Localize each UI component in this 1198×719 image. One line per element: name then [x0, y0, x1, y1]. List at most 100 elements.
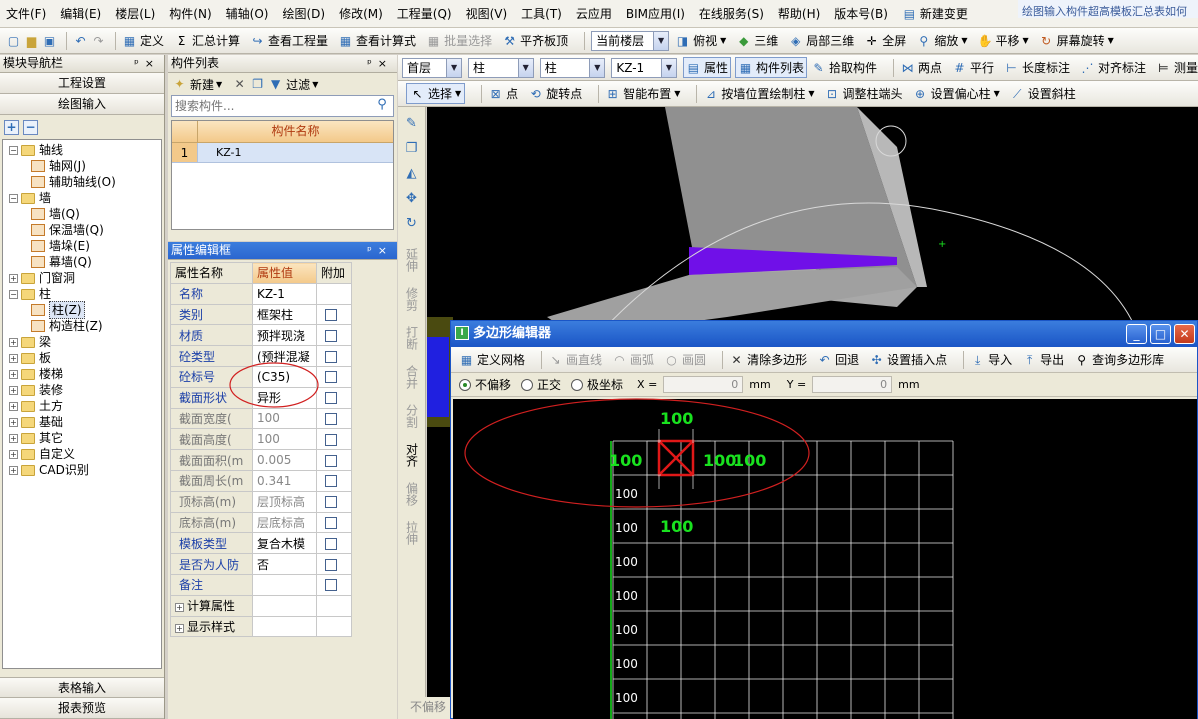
expand-icon[interactable]: +: [9, 433, 18, 443]
menu-floor[interactable]: 楼层(L): [115, 5, 155, 22]
tree-folder[interactable]: + 楼梯: [9, 366, 161, 382]
menu-quantity[interactable]: 工程量(Q): [397, 5, 452, 22]
drawing-input-button[interactable]: 绘图输入: [0, 94, 164, 115]
menu-cloud[interactable]: 云应用: [576, 5, 612, 22]
tree-folder[interactable]: − 墙: [9, 190, 161, 206]
extra-checkbox[interactable]: [325, 433, 337, 446]
query-library-button[interactable]: ⚲ 查询多边形库: [1074, 351, 1164, 368]
export-button[interactable]: ⤒ 导出: [1022, 351, 1064, 368]
search-icon[interactable]: ⚲: [373, 97, 391, 115]
expand-icon[interactable]: +: [9, 353, 18, 363]
extra-checkbox[interactable]: [325, 537, 337, 550]
menu-version[interactable]: 版本号(B): [834, 5, 888, 22]
pin-close-icons[interactable]: ᵖ×: [134, 55, 164, 72]
set-insert-point-button[interactable]: ✣ 设置插入点: [869, 351, 948, 368]
delete-icon[interactable]: ✕: [232, 77, 247, 91]
rotate-icon[interactable]: ↻: [398, 211, 425, 236]
fullscreen-button[interactable]: ✛ 全屏: [864, 32, 907, 49]
tree-item[interactable]: 柱(Z): [9, 301, 161, 319]
property-row[interactable]: 类别 框架柱: [170, 303, 352, 326]
draw-by-wall-button[interactable]: ⊿ 按墙位置绘制柱 ▼: [703, 85, 815, 102]
tree-folder[interactable]: + 装修: [9, 382, 161, 398]
menu-draw[interactable]: 绘图(D): [282, 5, 325, 22]
orthogonal-radio[interactable]: [521, 378, 534, 391]
property-row[interactable]: 顶标高(m) 层顶标高: [170, 490, 352, 513]
expand-icon[interactable]: +: [9, 385, 18, 395]
define-grid-button[interactable]: ▦ 定义网格: [459, 351, 525, 368]
new-component-button[interactable]: ✦ 新建 ▼: [172, 76, 222, 93]
copy-icon[interactable]: ❐: [398, 136, 425, 161]
tree-folder[interactable]: + 板: [9, 350, 161, 366]
undo-icon[interactable]: ↶: [73, 34, 88, 48]
property-row[interactable]: 是否为人防否: [170, 553, 352, 575]
expand-icon[interactable]: +: [9, 273, 18, 283]
view-quantity-button[interactable]: ↪ 查看工程量: [250, 32, 329, 49]
three-d-button[interactable]: ◆ 三维: [736, 32, 778, 49]
table-input-button[interactable]: 表格输入: [0, 677, 164, 698]
view-formula-button[interactable]: ▦ 查看计算式: [338, 32, 416, 49]
menu-file[interactable]: 文件(F): [6, 5, 46, 22]
extra-checkbox[interactable]: [325, 350, 337, 363]
screen-rotate-button[interactable]: ↻ 屏幕旋转 ▼: [1039, 32, 1114, 49]
collapse-icon[interactable]: −: [9, 289, 18, 299]
property-value[interactable]: 层顶标高: [252, 490, 317, 513]
property-row[interactable]: 截面高度(100: [170, 428, 352, 451]
smart-layout-button[interactable]: ⊞ 智能布置 ▼: [605, 85, 681, 102]
side-tool-button[interactable]: 修剪: [405, 287, 419, 311]
undo-button[interactable]: ↶ 回退: [817, 351, 860, 368]
extra-checkbox[interactable]: [325, 392, 337, 405]
mirror-icon[interactable]: ◭: [398, 161, 425, 186]
project-settings-button[interactable]: 工程设置: [0, 73, 164, 94]
expand-icon[interactable]: +: [9, 369, 18, 379]
menu-bim[interactable]: BIM应用(I): [626, 5, 685, 22]
property-value[interactable]: 复合木模: [252, 532, 317, 555]
current-floor-combo[interactable]: 当前楼层 ▼: [591, 30, 670, 51]
extra-checkbox[interactable]: [325, 475, 337, 488]
expand-icon[interactable]: +: [9, 465, 18, 475]
property-value[interactable]: 100: [252, 428, 317, 451]
pen-icon[interactable]: ✎: [398, 111, 425, 136]
search-input[interactable]: [172, 96, 362, 116]
extra-checkbox[interactable]: [325, 412, 337, 425]
tree-item[interactable]: 墙(Q): [9, 206, 161, 222]
property-value[interactable]: KZ-1: [252, 282, 317, 305]
zoom-button[interactable]: ⚲ 缩放 ▼: [916, 32, 967, 49]
extra-checkbox[interactable]: [325, 371, 337, 384]
type-combo-1[interactable]: 柱 ▼: [468, 57, 534, 78]
property-row[interactable]: 截面宽度(100: [170, 407, 352, 430]
tree-folder[interactable]: − 柱: [9, 286, 161, 302]
measure-button[interactable]: ⊨ 测量: [1156, 59, 1198, 76]
sum-calc-button[interactable]: Σ 汇总计算: [174, 32, 240, 49]
property-value[interactable]: 框架柱: [252, 303, 317, 326]
draw-line-button[interactable]: ↘ 画直线: [548, 351, 602, 368]
tree-folder[interactable]: + 基础: [9, 414, 161, 430]
menu-tools[interactable]: 工具(T): [521, 5, 562, 22]
property-group-row[interactable]: + 计算属性: [170, 594, 352, 617]
tree-folder[interactable]: + 土方: [9, 398, 161, 414]
table-row[interactable]: 1 KZ-1: [172, 143, 393, 163]
batch-select-button[interactable]: ▦ 批量选择: [426, 32, 492, 49]
expand-all-icon[interactable]: +: [4, 119, 19, 135]
polar-radio[interactable]: [571, 378, 584, 391]
property-group-row[interactable]: + 显示样式: [170, 615, 352, 638]
tree-item[interactable]: 构造柱(Z): [9, 318, 161, 334]
property-row[interactable]: 备注: [170, 573, 352, 596]
tree-item[interactable]: 幕墙(Q): [9, 254, 161, 270]
side-tool-button[interactable]: 分割: [405, 404, 419, 428]
new-change-button[interactable]: ▤ 新建变更: [902, 5, 968, 22]
floor-combo[interactable]: 首层 ▼: [402, 57, 463, 78]
extra-checkbox[interactable]: [325, 308, 337, 321]
menu-component[interactable]: 构件(N): [169, 5, 211, 22]
type-combo-2[interactable]: 柱 ▼: [539, 57, 606, 78]
pin-close-icons[interactable]: ᵖ×: [367, 55, 397, 72]
point-button[interactable]: ⊠ 点: [488, 85, 519, 102]
extra-checkbox[interactable]: [325, 558, 337, 571]
component-combo[interactable]: KZ-1 ▼: [611, 57, 677, 78]
minimize-button[interactable]: _: [1126, 324, 1147, 344]
tree-item[interactable]: 保温墙(Q): [9, 222, 161, 238]
property-value[interactable]: 0.341: [252, 469, 317, 492]
collapse-icon[interactable]: −: [9, 193, 18, 203]
extra-checkbox[interactable]: [325, 454, 337, 467]
side-tool-button[interactable]: 偏移: [405, 482, 419, 506]
parallel-button[interactable]: # 平行: [952, 59, 994, 76]
